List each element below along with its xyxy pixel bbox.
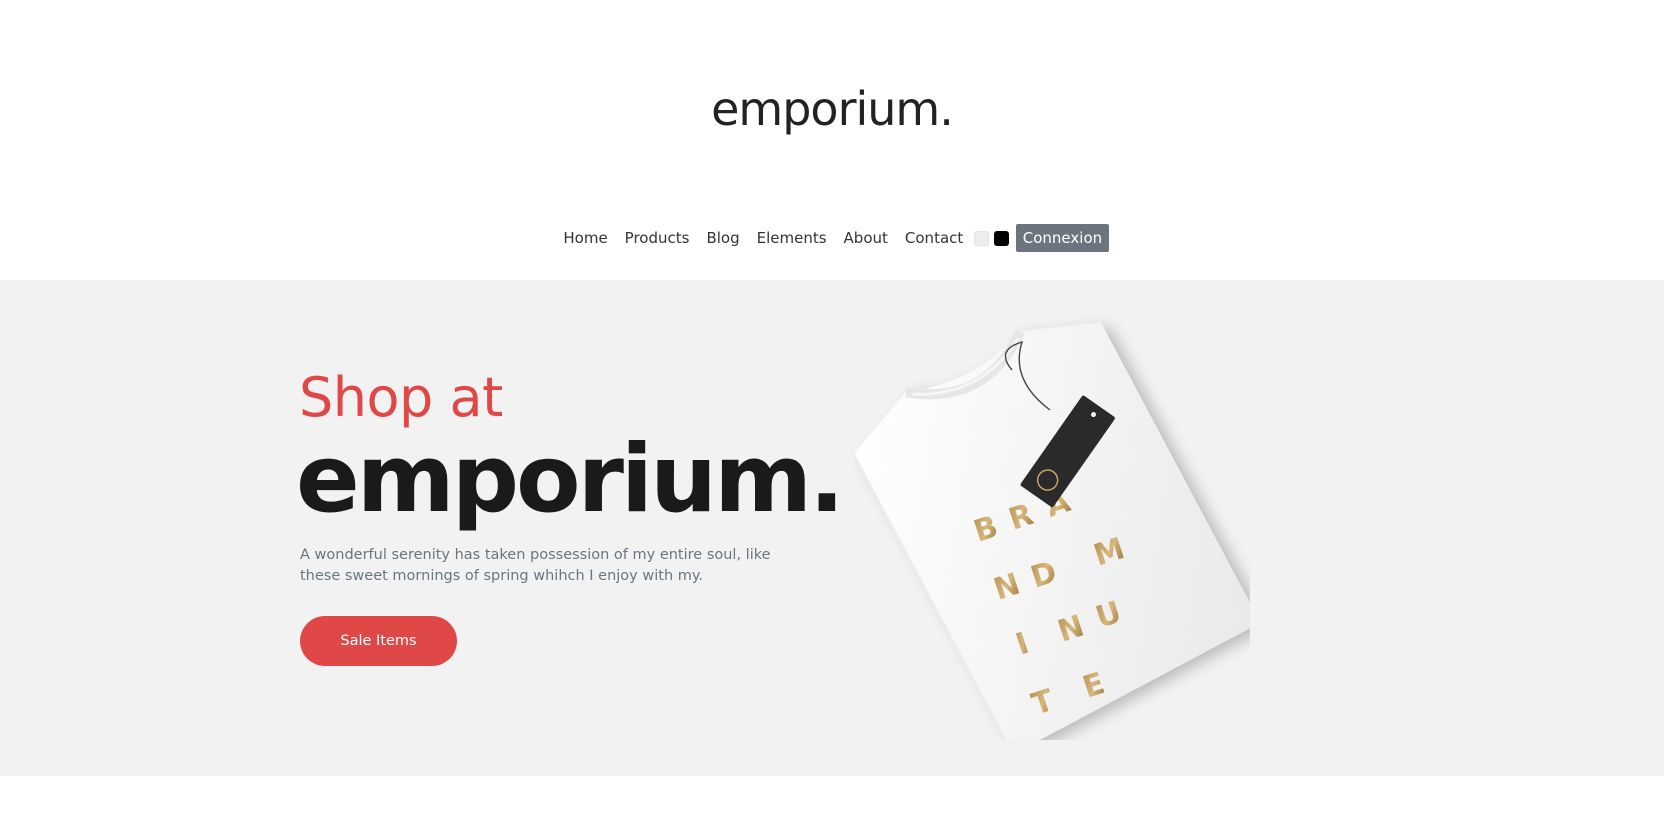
nav-elements[interactable]: Elements [748, 229, 835, 247]
nav-list: Home Products Blog Elements About Contac… [555, 224, 1110, 252]
hero-title: emporium. [296, 425, 845, 534]
site-logo[interactable]: emporium. [0, 82, 1664, 136]
page-bottom [0, 776, 1664, 813]
sale-items-button[interactable]: Sale Items [300, 616, 457, 666]
hero-subtitle: Shop at [299, 366, 503, 429]
hero-description: A wonderful serenity has taken possessio… [300, 547, 771, 584]
main-nav: Home Products Blog Elements About Contac… [0, 223, 1664, 253]
nav-blog[interactable]: Blog [698, 229, 748, 247]
nav-contact[interactable]: Contact [896, 229, 971, 247]
tshirt-image: B R A N D M I N U T E [850, 310, 1261, 755]
nav-about[interactable]: About [835, 229, 896, 247]
hero-section: Shop at emporium. A wonderful serenity h… [0, 280, 1664, 776]
nav-home[interactable]: Home [555, 229, 616, 247]
light-theme-swatch-icon[interactable] [973, 230, 989, 246]
connexion-button[interactable]: Connexion [1015, 224, 1110, 252]
nav-products[interactable]: Products [616, 229, 698, 247]
site-header: emporium. Home Products Blog Elements Ab… [0, 0, 1664, 280]
dark-theme-swatch-icon[interactable] [993, 230, 1009, 246]
tshirt-illustration: B R A N D M I N U T E [852, 322, 1261, 755]
